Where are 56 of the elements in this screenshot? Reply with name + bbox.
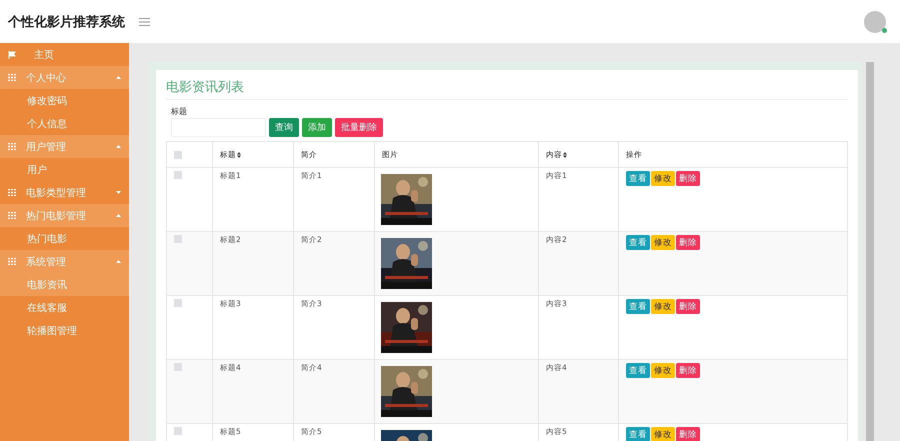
caret-up-icon	[116, 76, 121, 79]
nav-group[interactable]: 个人中心	[0, 66, 129, 89]
edit-button[interactable]: 修改	[651, 299, 675, 314]
nav-group[interactable]: 热门电影管理	[0, 204, 129, 227]
row-checkbox[interactable]	[174, 363, 182, 371]
view-button[interactable]: 查看	[626, 299, 650, 314]
nav-item[interactable]: 个人信息	[0, 112, 129, 135]
edit-button[interactable]: 修改	[651, 427, 675, 441]
nav-item[interactable]: 在线客服	[0, 296, 129, 319]
edit-button[interactable]: 修改	[651, 235, 675, 250]
select-all-checkbox[interactable]	[174, 150, 182, 158]
nav-item[interactable]: 主页	[0, 43, 129, 66]
delete-button[interactable]: 删除	[676, 171, 700, 186]
nav-item[interactable]: 电影资讯	[0, 273, 129, 296]
scrollbar[interactable]	[866, 62, 874, 441]
view-button[interactable]: 查看	[626, 427, 650, 441]
nav-item[interactable]: 用户	[0, 158, 129, 181]
row-checkbox[interactable]	[174, 299, 182, 307]
delete-button[interactable]: 删除	[676, 363, 700, 378]
nav-item[interactable]: 热门电影	[0, 227, 129, 250]
row-checkbox[interactable]	[174, 171, 182, 179]
grid-icon	[8, 189, 16, 196]
delete-button[interactable]: 批量删除	[335, 118, 383, 137]
app-title: 个性化影片推荐系统	[8, 14, 126, 30]
grid-icon	[8, 258, 16, 265]
grid-icon	[8, 74, 16, 81]
nav-group[interactable]: 用户管理	[0, 135, 129, 158]
caret-up-icon	[116, 145, 121, 148]
nav-item[interactable]: 修改密码	[0, 89, 129, 112]
view-button[interactable]: 查看	[626, 363, 650, 378]
delete-button[interactable]: 删除	[676, 299, 700, 314]
row-checkbox[interactable]	[174, 427, 182, 435]
card-title: 电影资讯列表	[166, 78, 848, 100]
menu-icon[interactable]	[139, 18, 150, 26]
edit-button[interactable]: 修改	[651, 171, 675, 186]
delete-button[interactable]: 删除	[676, 235, 700, 250]
query-button[interactable]: 查询	[269, 118, 299, 137]
nav-item[interactable]: 轮播图管理	[0, 319, 129, 342]
user-avatar[interactable]	[864, 10, 886, 32]
view-button[interactable]: 查看	[626, 171, 650, 186]
field-label: 标题	[171, 107, 188, 117]
add-button[interactable]: 添加	[302, 118, 332, 137]
nav-group[interactable]: 电影类型管理	[0, 181, 129, 204]
caret-down-icon	[116, 191, 121, 194]
grid-icon	[8, 212, 16, 219]
view-button[interactable]: 查看	[626, 235, 650, 250]
flag-icon	[8, 50, 16, 58]
grid-icon	[8, 143, 16, 150]
row-checkbox[interactable]	[174, 235, 182, 243]
delete-button[interactable]: 删除	[676, 427, 700, 441]
nav-group[interactable]: 系统管理	[0, 250, 129, 273]
sort-icon[interactable]	[237, 152, 241, 158]
sort-icon[interactable]	[563, 152, 567, 158]
edit-button[interactable]: 修改	[651, 363, 675, 378]
caret-up-icon	[116, 260, 121, 263]
caret-up-icon	[116, 214, 121, 217]
